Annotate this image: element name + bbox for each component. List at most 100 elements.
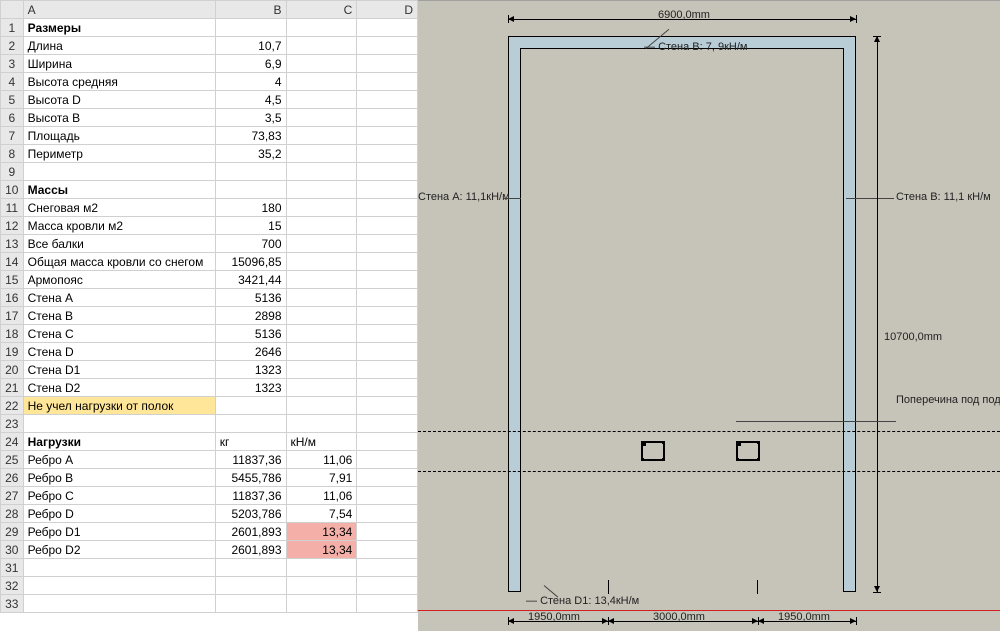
cell[interactable] [357,37,418,55]
cell[interactable]: Высота D [23,91,215,109]
row-header[interactable]: 6 [1,109,24,127]
cell[interactable] [357,289,418,307]
table-row[interactable]: 20Стена D11323 [1,361,418,379]
cell[interactable]: 35,2 [215,145,286,163]
table-row[interactable]: 32 [1,577,418,595]
cell[interactable] [286,55,357,73]
cell[interactable]: Все балки [23,235,215,253]
cell[interactable] [215,577,286,595]
table-row[interactable]: 22Не учел нагрузки от полок [1,397,418,415]
table-row[interactable]: 7Площадь73,83 [1,127,418,145]
cell[interactable]: 7,91 [286,469,357,487]
cell[interactable]: 11837,36 [215,487,286,505]
cell[interactable] [23,559,215,577]
cell[interactable] [357,451,418,469]
cell[interactable] [357,235,418,253]
row-header[interactable]: 22 [1,397,24,415]
cell[interactable]: 700 [215,235,286,253]
cell[interactable]: Площадь [23,127,215,145]
row-header[interactable]: 28 [1,505,24,523]
row-header[interactable]: 19 [1,343,24,361]
row-header[interactable]: 23 [1,415,24,433]
cell[interactable]: Стена B [23,307,215,325]
cell[interactable] [23,163,215,181]
table-row[interactable]: 4Высота средняя4 [1,73,418,91]
cell[interactable]: 2601,893 [215,541,286,559]
cell[interactable] [357,271,418,289]
col-header-C[interactable]: C [286,1,357,19]
table-row[interactable]: 10Массы [1,181,418,199]
cell[interactable] [215,415,286,433]
cell[interactable] [357,523,418,541]
table-row[interactable]: 6Высота B3,5 [1,109,418,127]
row-header[interactable]: 3 [1,55,24,73]
cell[interactable] [286,415,357,433]
cell[interactable]: Не учел нагрузки от полок [23,397,215,415]
row-header[interactable]: 7 [1,127,24,145]
col-header-D[interactable]: D [357,1,418,19]
table-row[interactable]: 2Длина10,7 [1,37,418,55]
cell[interactable]: Стена D [23,343,215,361]
spreadsheet-grid[interactable]: A B C D 1Размеры2Длина10,73Ширина6,94Выс… [0,0,418,631]
table-row[interactable]: 27Ребро C11837,3611,06 [1,487,418,505]
table-row[interactable]: 33 [1,595,418,613]
row-header[interactable]: 32 [1,577,24,595]
cell[interactable]: 4,5 [215,91,286,109]
cell[interactable] [286,163,357,181]
row-header[interactable]: 17 [1,307,24,325]
cell[interactable] [357,19,418,37]
cell[interactable] [23,415,215,433]
cell[interactable] [286,325,357,343]
table-row[interactable]: 3Ширина6,9 [1,55,418,73]
cell[interactable] [286,577,357,595]
cell[interactable] [215,595,286,613]
cell[interactable] [357,73,418,91]
cell[interactable] [357,109,418,127]
cell[interactable]: 10,7 [215,37,286,55]
row-header[interactable]: 13 [1,235,24,253]
cell[interactable] [357,559,418,577]
cell[interactable]: Ребро D [23,505,215,523]
cell[interactable] [286,181,357,199]
row-header[interactable]: 1 [1,19,24,37]
row-header[interactable]: 14 [1,253,24,271]
cell[interactable] [286,289,357,307]
cell[interactable] [357,55,418,73]
cell[interactable] [286,379,357,397]
cell[interactable]: 3421,44 [215,271,286,289]
table-row[interactable]: 24НагрузкикгкН/м [1,433,418,451]
cell[interactable]: 6,9 [215,55,286,73]
cell[interactable]: Длина [23,37,215,55]
row-header[interactable]: 18 [1,325,24,343]
cell[interactable]: 180 [215,199,286,217]
row-header[interactable]: 29 [1,523,24,541]
cell[interactable]: Массы [23,181,215,199]
cell[interactable] [357,361,418,379]
cell[interactable] [215,397,286,415]
cell[interactable]: 11,06 [286,451,357,469]
cell[interactable] [286,253,357,271]
cell[interactable] [286,19,357,37]
row-header[interactable]: 27 [1,487,24,505]
cell[interactable] [286,307,357,325]
row-header[interactable]: 15 [1,271,24,289]
cell[interactable] [286,199,357,217]
cell[interactable] [215,163,286,181]
cell[interactable]: Общая масса кровли со снегом [23,253,215,271]
cell[interactable] [286,397,357,415]
cell[interactable]: 15 [215,217,286,235]
table-row[interactable]: 19Стена D2646 [1,343,418,361]
cell[interactable] [357,577,418,595]
cell[interactable] [357,487,418,505]
row-header[interactable]: 5 [1,91,24,109]
table-row[interactable]: 30Ребро D22601,89313,34 [1,541,418,559]
col-header-A[interactable]: A [23,1,215,19]
cell[interactable] [23,595,215,613]
cell[interactable]: 11,06 [286,487,357,505]
col-header-B[interactable]: B [215,1,286,19]
cell[interactable]: Ребро C [23,487,215,505]
table-row[interactable]: 26Ребро B5455,7867,91 [1,469,418,487]
table-row[interactable]: 28Ребро D5203,7867,54 [1,505,418,523]
cell[interactable]: Высота средняя [23,73,215,91]
cell[interactable]: 5455,786 [215,469,286,487]
